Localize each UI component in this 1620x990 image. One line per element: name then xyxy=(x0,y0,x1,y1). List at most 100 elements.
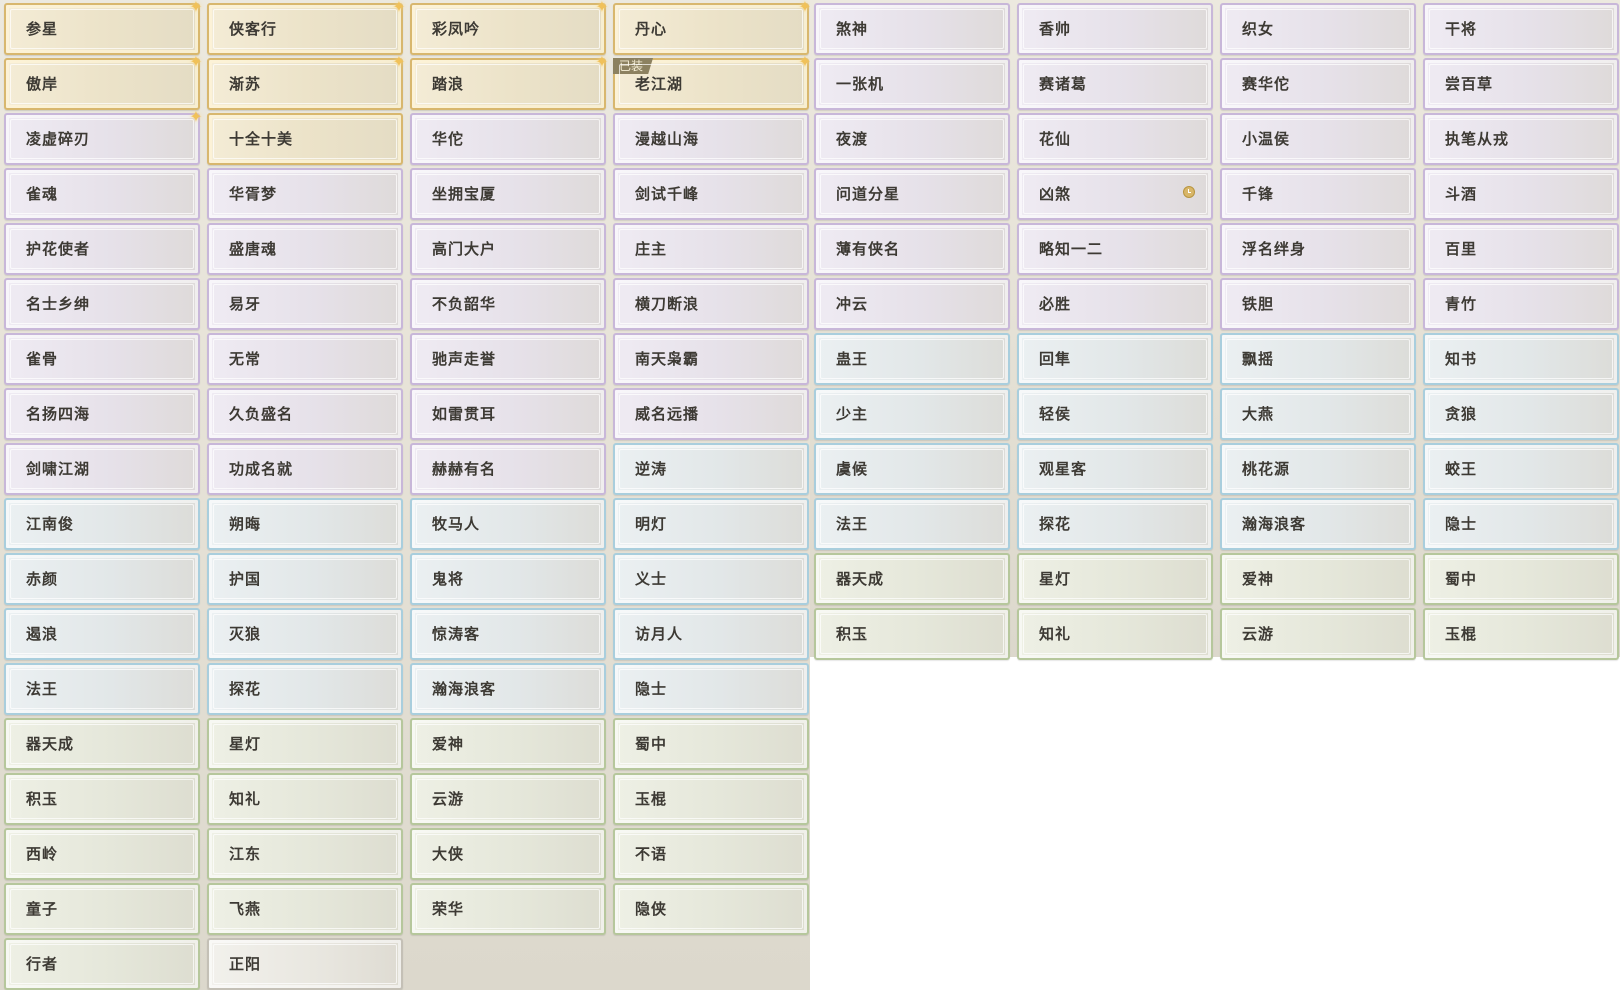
title-tile[interactable]: 尝百草 xyxy=(1423,58,1619,110)
title-tile[interactable]: 华胥梦 xyxy=(207,168,403,220)
title-tile[interactable]: 法王 xyxy=(814,498,1010,550)
title-tile[interactable]: 星灯 xyxy=(1017,553,1213,605)
title-tile[interactable]: 如雷贯耳 xyxy=(410,388,606,440)
title-tile[interactable]: 轻侯 xyxy=(1017,388,1213,440)
title-tile[interactable]: 玉棍 xyxy=(613,773,809,825)
title-tile[interactable]: 云游 xyxy=(1220,608,1416,660)
title-tile[interactable]: 爱神 xyxy=(1220,553,1416,605)
title-tile[interactable]: 华佗 xyxy=(410,113,606,165)
title-tile[interactable]: 童子 xyxy=(4,883,200,935)
title-tile[interactable]: 赫赫有名 xyxy=(410,443,606,495)
title-tile[interactable]: 明灯 xyxy=(613,498,809,550)
title-tile[interactable]: 惊涛客 xyxy=(410,608,606,660)
title-tile[interactable]: 灭狼 xyxy=(207,608,403,660)
title-tile[interactable]: 威名远播 xyxy=(613,388,809,440)
title-tile[interactable]: 雀魂 xyxy=(4,168,200,220)
title-tile[interactable]: 桃花源 xyxy=(1220,443,1416,495)
title-tile[interactable]: 花仙 xyxy=(1017,113,1213,165)
title-tile[interactable]: 名士乡绅 xyxy=(4,278,200,330)
title-tile[interactable]: 十全十美 xyxy=(207,113,403,165)
title-tile[interactable]: 铁胆 xyxy=(1220,278,1416,330)
title-tile[interactable]: 知礼 xyxy=(207,773,403,825)
title-tile[interactable]: 高门大户 xyxy=(410,223,606,275)
title-tile[interactable]: 必胜 xyxy=(1017,278,1213,330)
title-tile[interactable]: 少主 xyxy=(814,388,1010,440)
title-tile[interactable]: 凌虚碎刃 ✦ xyxy=(4,109,203,165)
title-tile[interactable]: 蜀中 xyxy=(1423,553,1619,605)
title-tile[interactable]: 坐拥宝厦 xyxy=(410,168,606,220)
title-tile[interactable]: 赛华佗 xyxy=(1220,58,1416,110)
title-tile[interactable]: 织女 xyxy=(1220,3,1416,55)
title-tile[interactable]: 星灯 xyxy=(207,718,403,770)
title-tile[interactable]: 器天成 xyxy=(4,718,200,770)
title-tile[interactable]: 玉棍 xyxy=(1423,608,1619,660)
title-tile[interactable]: 剑试千峰 xyxy=(613,168,809,220)
title-tile[interactable]: 无常 xyxy=(207,333,403,385)
title-tile[interactable]: 庄主 xyxy=(613,223,809,275)
title-tile[interactable]: 逆涛 xyxy=(613,443,809,495)
title-tile[interactable]: 丹心 ✦ xyxy=(613,0,812,55)
title-tile[interactable]: 香帅 xyxy=(1017,3,1213,55)
title-tile[interactable]: 傲岸 ✦ xyxy=(4,54,203,110)
title-tile[interactable]: 不负韶华 xyxy=(410,278,606,330)
title-tile[interactable]: 夜渡 xyxy=(814,113,1010,165)
title-tile[interactable]: 横刀断浪 xyxy=(613,278,809,330)
title-tile[interactable]: 护国 xyxy=(207,553,403,605)
title-tile[interactable]: 百里 xyxy=(1423,223,1619,275)
title-tile[interactable]: 蜀中 xyxy=(613,718,809,770)
title-tile[interactable]: 访月人 xyxy=(613,608,809,660)
title-tile[interactable]: 遏浪 xyxy=(4,608,200,660)
title-tile[interactable]: 不语 xyxy=(613,828,809,880)
title-tile[interactable]: 探花 xyxy=(1017,498,1213,550)
title-tile[interactable]: 久负盛名 xyxy=(207,388,403,440)
title-tile[interactable]: 云游 xyxy=(410,773,606,825)
title-tile[interactable]: 煞神 xyxy=(814,3,1010,55)
title-tile[interactable]: 探花 xyxy=(207,663,403,715)
title-tile[interactable]: 驰声走誉 xyxy=(410,333,606,385)
title-tile[interactable]: 老江湖 ✦ 已装 xyxy=(613,54,812,110)
title-tile[interactable]: 大侠 xyxy=(410,828,606,880)
title-tile[interactable]: 荣华 xyxy=(410,883,606,935)
title-tile[interactable]: 踏浪 ✦ xyxy=(410,54,609,110)
title-tile[interactable]: 瀚海浪客 xyxy=(1220,498,1416,550)
title-tile[interactable]: 问道分星 xyxy=(814,168,1010,220)
title-tile[interactable]: 正阳 xyxy=(207,938,403,990)
title-tile[interactable]: 千锋 xyxy=(1220,168,1416,220)
title-tile[interactable]: 西岭 xyxy=(4,828,200,880)
title-tile[interactable]: 积玉 xyxy=(814,608,1010,660)
title-tile[interactable]: 赤颜 xyxy=(4,553,200,605)
title-tile[interactable]: 彩凤吟 ✦ xyxy=(410,0,609,55)
title-tile[interactable]: 薄有侠名 xyxy=(814,223,1010,275)
title-tile[interactable]: 赛诸葛 xyxy=(1017,58,1213,110)
title-tile[interactable]: 一张机 xyxy=(814,58,1010,110)
title-tile[interactable]: 江南俊 xyxy=(4,498,200,550)
title-tile[interactable]: 爱神 xyxy=(410,718,606,770)
title-tile[interactable]: 鬼将 xyxy=(410,553,606,605)
title-tile[interactable]: 义士 xyxy=(613,553,809,605)
title-tile[interactable]: 易牙 xyxy=(207,278,403,330)
title-tile[interactable]: 瀚海浪客 xyxy=(410,663,606,715)
title-tile[interactable]: 雀骨 xyxy=(4,333,200,385)
title-tile[interactable]: 知礼 xyxy=(1017,608,1213,660)
title-tile[interactable]: 观星客 xyxy=(1017,443,1213,495)
title-tile[interactable]: 隐士 xyxy=(613,663,809,715)
title-tile[interactable]: 飞燕 xyxy=(207,883,403,935)
title-tile[interactable]: 回隼 xyxy=(1017,333,1213,385)
title-tile[interactable]: 冲云 xyxy=(814,278,1010,330)
title-tile[interactable]: 大燕 xyxy=(1220,388,1416,440)
title-tile[interactable]: 隐士 xyxy=(1423,498,1619,550)
title-tile[interactable]: 飘摇 xyxy=(1220,333,1416,385)
title-tile[interactable]: 名扬四海 xyxy=(4,388,200,440)
title-tile[interactable]: 漫越山海 xyxy=(613,113,809,165)
title-tile[interactable]: 略知一二 xyxy=(1017,223,1213,275)
title-tile[interactable]: 执笔从戎 xyxy=(1423,113,1619,165)
title-tile[interactable]: 知书 xyxy=(1423,333,1619,385)
title-tile[interactable]: 虞候 xyxy=(814,443,1010,495)
title-tile[interactable]: 功成名就 xyxy=(207,443,403,495)
title-tile[interactable]: 行者 xyxy=(4,938,200,990)
title-tile[interactable]: 剑啸江湖 xyxy=(4,443,200,495)
title-tile[interactable]: 斗酒 xyxy=(1423,168,1619,220)
title-tile[interactable]: 蛊王 xyxy=(814,333,1010,385)
title-tile[interactable]: 护花使者 xyxy=(4,223,200,275)
title-tile[interactable]: 浮名绊身 xyxy=(1220,223,1416,275)
